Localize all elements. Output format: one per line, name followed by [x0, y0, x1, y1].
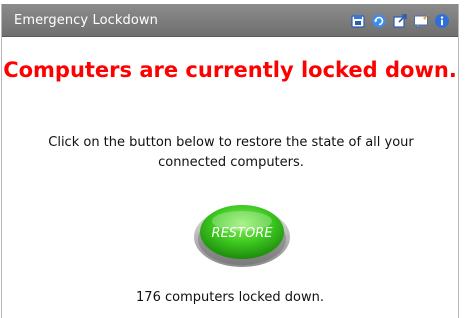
locked-computers-status: 176 computers locked down.: [136, 290, 324, 305]
restore-instructions: Click on the button below to restore the…: [48, 135, 414, 170]
widget-title: Emergency Lockdown: [14, 13, 158, 28]
comment-icon[interactable]: [413, 13, 429, 29]
emergency-lockdown-widget: Emergency Lockdown Computers are current…: [1, 4, 459, 318]
export-icon[interactable]: [350, 13, 366, 29]
restore-button-label: RESTORE: [212, 226, 274, 241]
refresh-icon[interactable]: [371, 13, 387, 29]
lockdown-headline: Computers are currently locked down.: [3, 58, 457, 82]
restore-button[interactable]: RESTORE: [192, 199, 292, 269]
info-icon[interactable]: [434, 13, 450, 29]
popout-icon[interactable]: [392, 13, 408, 29]
widget-titlebar: Emergency Lockdown: [2, 4, 458, 37]
widget-toolbar: [350, 12, 450, 30]
